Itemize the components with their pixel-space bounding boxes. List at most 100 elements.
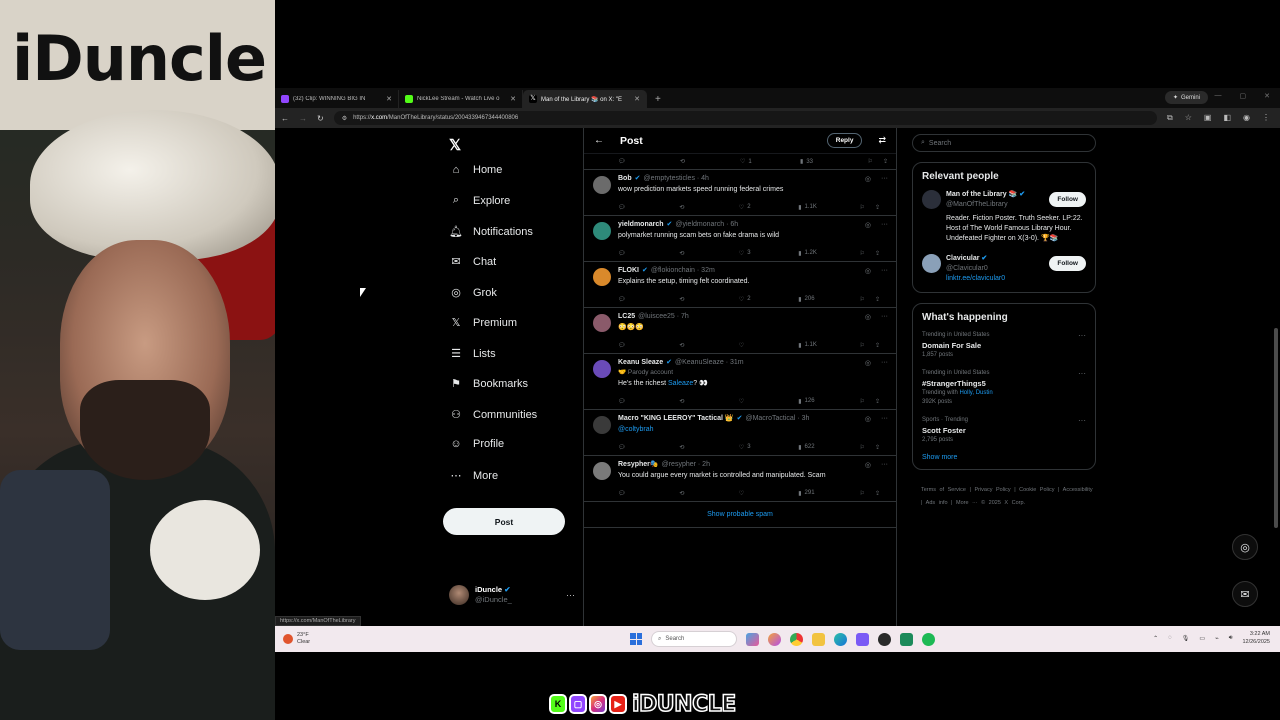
footer-links[interactable]: Terms of Service | Privacy Policy | Cook… xyxy=(912,484,1096,510)
retweet-icon[interactable]: ⟲ xyxy=(680,158,740,165)
views-count[interactable]: ▮ 291 xyxy=(798,490,859,497)
nav-item-explore[interactable]: ⌕ Explore xyxy=(449,194,510,207)
tab-twitch-clip[interactable]: (32) Clip: WINNING BIG IN ✕ xyxy=(275,90,399,108)
trend-item[interactable]: Trending in United States #StrangerThing… xyxy=(922,369,1086,407)
more-icon[interactable]: ··· xyxy=(566,590,575,600)
retweet-icon[interactable]: ⟲ xyxy=(679,398,738,405)
gemini-button[interactable]: ✦ Gemini xyxy=(1164,91,1208,104)
clock[interactable]: 3:22 AM 12/26/2025 xyxy=(1242,630,1270,646)
reload-icon[interactable]: ↻ xyxy=(317,114,324,123)
author-name[interactable]: FLOKI xyxy=(618,266,639,276)
grok-float-button[interactable]: ◎ xyxy=(1232,534,1258,560)
relevant-person[interactable]: Clavicular ✔ @Clavicular0 linktr.ee/clav… xyxy=(922,254,1086,284)
views-count[interactable]: ▮ 1.1K xyxy=(798,342,859,349)
retweet-icon[interactable]: ⟲ xyxy=(679,204,738,211)
grok-icon[interactable]: ◎ xyxy=(865,461,871,469)
back-arrow-icon[interactable]: ← xyxy=(594,135,604,146)
profile-icon[interactable]: ◉ xyxy=(1243,113,1250,123)
reply-post[interactable]: FLOKI ✔ @flokionchain · 32m ◎ ··· Explains th… xyxy=(584,262,896,308)
forward-icon[interactable]: → xyxy=(299,114,307,123)
nav-item-premium[interactable]: 𝕏 Premium xyxy=(449,316,517,330)
close-icon[interactable]: ✕ xyxy=(510,95,516,103)
author-name[interactable]: Resypher🎭 xyxy=(618,460,659,470)
retweet-icon[interactable]: ⟲ xyxy=(679,444,738,451)
taskbar-search[interactable]: ⌕ Search xyxy=(651,631,737,647)
more-icon[interactable]: ··· xyxy=(881,461,888,469)
copilot-icon[interactable] xyxy=(768,632,781,646)
nav-item-communities[interactable]: ⚇ Communities xyxy=(449,408,537,422)
views-count[interactable]: ▮ 206 xyxy=(798,296,859,303)
author-name[interactable]: Macro "KING LEEROY" Tactical 👑 xyxy=(618,414,734,424)
post-button[interactable]: Post xyxy=(443,508,565,535)
edge-icon[interactable] xyxy=(834,632,847,646)
reply-icon[interactable]: 💬︎ xyxy=(618,444,679,451)
sidebar-icon[interactable]: ◧ xyxy=(1223,113,1231,123)
grok-icon[interactable]: ◎ xyxy=(865,221,871,229)
spotify-icon[interactable] xyxy=(922,632,935,646)
like-button[interactable]: ♡ xyxy=(739,342,798,349)
tab-kick-stream[interactable]: NickLee Stream - Watch Live o ✕ xyxy=(399,90,523,108)
discord-icon[interactable] xyxy=(856,632,869,646)
display-icon[interactable]: ▭ xyxy=(1199,635,1205,642)
reply-post[interactable]: Keanu Sleaze ✔ @KeanuSleaze · 31m ◎ ··· 🤝 Par… xyxy=(584,354,896,410)
chevron-up-icon[interactable]: ⌃ xyxy=(1153,635,1158,642)
back-icon[interactable]: ← xyxy=(281,114,289,123)
mention-link[interactable]: @coltybrah xyxy=(618,426,654,433)
url-input[interactable]: ⚙ https://x.com/ManOfTheLibrary/status/2… xyxy=(333,111,1157,125)
reply-icon[interactable]: 💬︎ xyxy=(618,204,679,211)
avatar[interactable] xyxy=(593,268,611,286)
share-icon[interactable]: ⇪ xyxy=(883,158,888,165)
terminal-icon[interactable] xyxy=(900,632,913,646)
like-button[interactable]: ♡ 1 xyxy=(740,158,800,166)
more-icon[interactable]: ··· xyxy=(881,313,888,321)
grok-icon[interactable]: ◎ xyxy=(865,415,871,423)
nav-item-grok[interactable]: ◎ Grok xyxy=(449,286,497,300)
file-explorer-icon[interactable] xyxy=(812,632,825,646)
reply-post[interactable]: Macro "KING LEEROY" Tactical 👑 ✔ @MacroTac… xyxy=(584,410,896,456)
microphone-icon[interactable]: 🎙︎ xyxy=(1182,635,1190,642)
scrollbar[interactable] xyxy=(1274,328,1278,528)
search-input[interactable]: ⌕ Search xyxy=(912,134,1096,152)
share-icon[interactable]: ⇪ xyxy=(875,444,880,451)
views-count[interactable]: ▮ 33 xyxy=(800,158,862,166)
minimize-icon[interactable]: — xyxy=(1215,92,1222,100)
views-count[interactable]: ▮ 1.1K xyxy=(798,204,859,211)
more-icon[interactable]: ··· xyxy=(1078,369,1086,378)
app-tray-icon[interactable]: ◌ xyxy=(1168,635,1172,641)
more-icon[interactable]: ··· xyxy=(881,267,888,275)
avatar[interactable] xyxy=(593,222,611,240)
account-switcher[interactable]: iDuncle ✔ @iDuncle_ ··· xyxy=(449,583,575,607)
like-button[interactable]: ♡ 3 xyxy=(739,444,798,451)
like-button[interactable]: ♡ 2 xyxy=(739,204,798,211)
person-link[interactable]: linktr.ee/clavicular0 xyxy=(946,274,1086,284)
author-name[interactable]: LC25 xyxy=(618,312,635,322)
share-icon[interactable]: ⇪ xyxy=(875,398,880,405)
follow-button[interactable]: Follow xyxy=(1049,192,1086,207)
author-name[interactable]: yieldmonarch xyxy=(618,220,664,230)
chrome-icon[interactable] xyxy=(790,632,803,646)
bookmark-icon[interactable]: ⚐ xyxy=(860,204,865,211)
obs-icon[interactable] xyxy=(878,632,891,646)
like-button[interactable]: ♡ 3 xyxy=(739,250,798,257)
show-probable-spam-link[interactable]: Show probable spam xyxy=(584,502,896,528)
reply-button[interactable]: Reply xyxy=(826,133,863,148)
retweet-icon[interactable]: ⟲ xyxy=(679,342,738,349)
avatar[interactable] xyxy=(593,360,611,378)
more-icon[interactable]: ··· xyxy=(881,359,888,367)
site-info-icon[interactable]: ⚙ xyxy=(342,115,347,122)
share-icon[interactable]: ⇪ xyxy=(875,296,880,303)
reply-post[interactable]: Bob ✔ @emptytesticles · 4h ◎ ··· wow predicti… xyxy=(584,170,896,216)
nav-item-bookmarks[interactable]: ⚑ Bookmarks xyxy=(449,377,528,391)
weather-widget[interactable]: 23°F Clear xyxy=(283,632,310,646)
trend-item[interactable]: Trending in United States Domain For Sal… xyxy=(922,331,1086,360)
nav-item-chat[interactable]: ✉ Chat xyxy=(449,255,496,269)
bookmark-icon[interactable]: ⚐ xyxy=(860,490,865,497)
close-icon[interactable]: ✕ xyxy=(386,95,392,103)
avatar[interactable] xyxy=(593,416,611,434)
bookmark-star-icon[interactable]: ☆ xyxy=(1185,113,1192,123)
settings-sliders-icon[interactable]: ⇄ xyxy=(878,135,886,146)
bookmark-icon[interactable]: ⚐ xyxy=(860,296,865,303)
like-button[interactable]: ♡ xyxy=(739,398,798,405)
menu-icon[interactable]: ⋮ xyxy=(1262,113,1270,123)
like-button[interactable]: ♡ xyxy=(739,490,798,497)
